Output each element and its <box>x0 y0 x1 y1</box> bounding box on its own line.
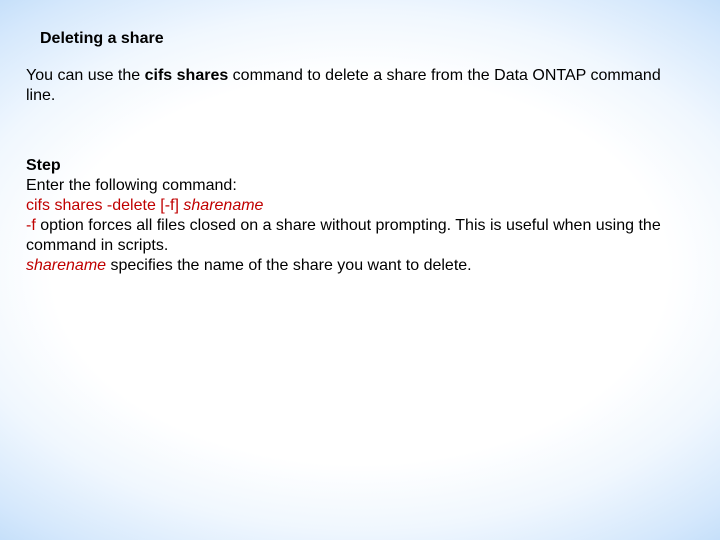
section-heading: Deleting a share <box>40 30 720 48</box>
syntax-arg: sharename <box>183 197 263 214</box>
step-label: Step <box>26 156 694 176</box>
arg-line: sharename specifies the name of the shar… <box>26 256 694 276</box>
arg-name: sharename <box>26 257 106 274</box>
command-syntax: cifs shares -delete [-f] sharename <box>26 196 694 216</box>
intro-cmd: cifs shares <box>145 67 229 84</box>
document-body: Deleting a share You can use the cifs sh… <box>0 30 720 276</box>
step-enter: Enter the following command: <box>26 176 694 196</box>
opt-flag: -f <box>26 217 36 234</box>
opt-desc: option forces all files closed on a shar… <box>26 217 661 254</box>
opt-f-line: -f option forces all files closed on a s… <box>26 216 694 256</box>
arg-desc: specifies the name of the share you want… <box>106 257 472 274</box>
intro-pre: You can use the <box>26 67 145 84</box>
syntax-cmd: cifs shares -delete [-f] <box>26 197 183 214</box>
intro-paragraph: You can use the cifs shares command to d… <box>26 66 694 106</box>
step-section: Step Enter the following command: cifs s… <box>26 156 694 276</box>
